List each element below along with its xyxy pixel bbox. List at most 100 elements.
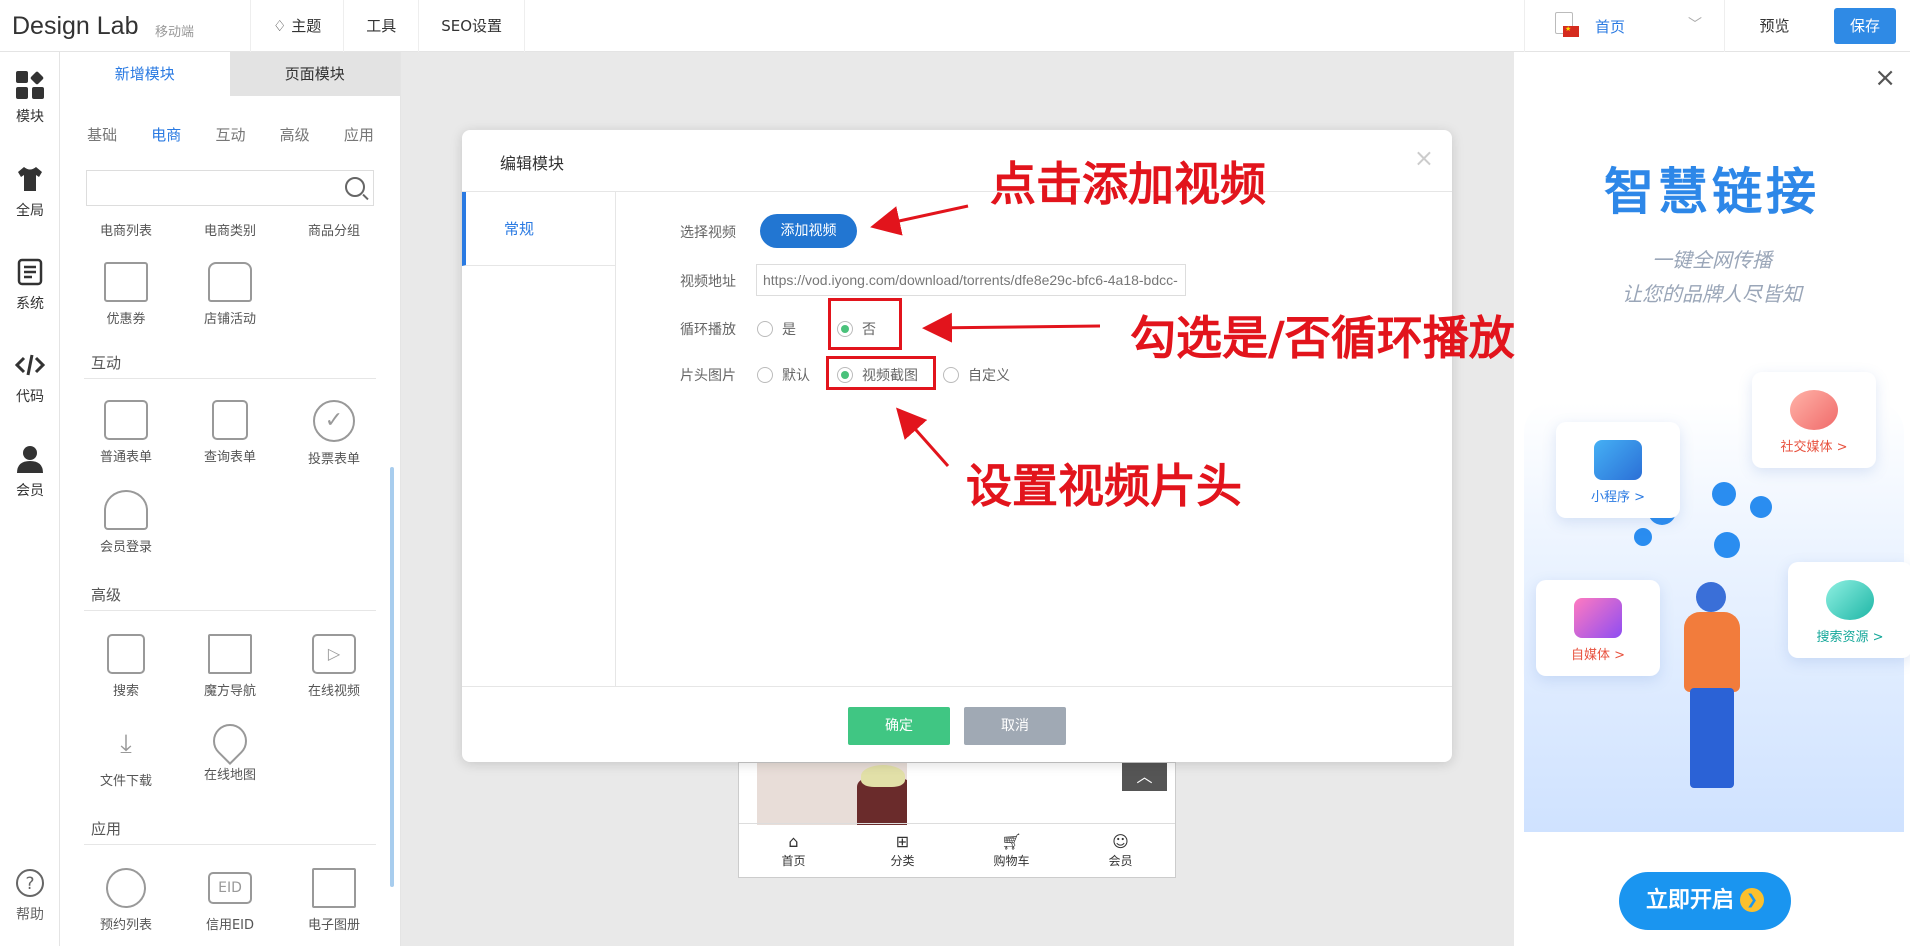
page-select[interactable]: 首页 ﹀ — [1524, 0, 1724, 52]
panel-tabs: 新增模块 页面模块 — [60, 52, 400, 96]
promo-panel: × 智慧链接 一键全网传播 让您的品牌人尽皆知 小程序 > 社交媒体 > 自媒体… — [1514, 52, 1910, 946]
network-node — [1712, 482, 1736, 506]
module-query-form[interactable]: 查询表单 — [178, 400, 282, 465]
video-url-input[interactable]: https://vod.iyong.com/download/torrents/… — [756, 264, 1186, 296]
nav-theme[interactable]: ♢ 主题 — [250, 0, 343, 52]
module-normal-form[interactable]: 普通表单 — [74, 400, 178, 465]
module-coupon[interactable]: 优惠券 — [74, 262, 178, 327]
radio-circle — [757, 367, 773, 383]
rail-item-member[interactable]: 会员 — [0, 444, 60, 500]
social-icon — [1790, 390, 1838, 430]
shirt-icon — [15, 164, 45, 194]
module-e-album[interactable]: 电子图册 — [282, 868, 386, 933]
smile-icon: ☺ — [1112, 832, 1129, 851]
radio-circle — [757, 321, 773, 337]
subtab-apps[interactable]: 应用 — [344, 124, 374, 145]
promo-subtitle-1: 一键全网传播 — [1652, 248, 1772, 272]
section-interactive: 互动 — [91, 354, 122, 372]
top-nav: ♢ 主题 工具 SEO设置 — [250, 0, 526, 52]
grid-icon — [208, 634, 252, 674]
rail-item-system[interactable]: 系统 — [0, 257, 60, 313]
rail-item-global[interactable]: 全局 — [0, 164, 60, 220]
subtab-interactive[interactable]: 互动 — [215, 124, 245, 145]
module-booking-list[interactable]: 预约列表 — [74, 868, 178, 933]
module-ecom-category[interactable]: 电商类别 — [178, 220, 282, 239]
phone-nav-member[interactable]: ☺ 会员 — [1066, 824, 1175, 877]
top-bar: Design Lab 移动端 ♢ 主题 工具 SEO设置 首页 ﹀ 预览 保存 — [0, 0, 1910, 796]
phone-nav-cart[interactable]: 🛒︎ 购物车 — [957, 824, 1066, 877]
rail-item-code[interactable]: 代码 — [0, 350, 60, 406]
person-head — [1696, 582, 1726, 612]
divider — [84, 844, 376, 845]
add-video-button[interactable]: 添加视频 — [760, 214, 857, 248]
phone-nav-category[interactable]: ⊞ 分类 — [848, 824, 957, 877]
cancel-button[interactable]: 取消 — [964, 707, 1066, 745]
check-circle-icon: ✓ — [313, 400, 355, 442]
arrow-right-icon: ❯ — [1740, 888, 1764, 912]
cover-custom-radio[interactable]: 自定义 — [943, 365, 1010, 385]
module-online-video[interactable]: ▷ 在线视频 — [282, 634, 386, 699]
user-icon — [15, 444, 45, 474]
highlight-cover-screenshot — [826, 356, 936, 390]
annotation-add-video: 点击添加视频 — [990, 157, 1266, 211]
dialog-header: 编辑模块 × — [462, 130, 1452, 192]
blocks-icon — [15, 70, 45, 100]
top-right-actions: 首页 ﹀ 预览 保存 — [1524, 0, 1910, 52]
nav-tools[interactable]: 工具 — [343, 0, 418, 52]
cube-icon — [1594, 440, 1642, 480]
module-search[interactable]: 搜索 — [74, 634, 178, 699]
chevron-down-icon: ﹀ — [1688, 17, 1702, 33]
module-vote-form[interactable]: ✓ 投票表单 — [282, 400, 386, 467]
card-self-media[interactable]: 自媒体 > — [1536, 580, 1660, 676]
module-ecom-list[interactable]: 电商列表 — [74, 220, 178, 239]
rail-item-modules[interactable]: 模块 — [0, 70, 60, 126]
china-flag-icon — [1563, 25, 1579, 37]
highlight-loop-no — [828, 298, 902, 350]
card-search-resources[interactable]: 搜索资源 > — [1788, 562, 1910, 658]
tab-general[interactable]: 常规 — [462, 192, 615, 266]
module-cube-nav[interactable]: 魔方导航 — [178, 634, 282, 699]
section-advanced: 高级 — [91, 586, 122, 604]
module-shop-activity[interactable]: 店铺活动 — [178, 262, 282, 327]
subtab-ecommerce[interactable]: 电商 — [151, 124, 181, 145]
cover-default-radio[interactable]: 默认 — [757, 365, 810, 385]
tab-page-modules[interactable]: 页面模块 — [229, 52, 400, 96]
module-file-download[interactable]: ⤓ 文件下载 — [74, 724, 178, 789]
close-icon[interactable]: × — [1874, 65, 1896, 91]
select-video-label: 选择视频 — [680, 225, 736, 241]
video-url-label: 视频地址 — [680, 274, 736, 290]
loop-yes-radio[interactable]: 是 — [757, 319, 796, 339]
camera-icon — [1574, 598, 1622, 638]
scroll-top-button[interactable]: ︿ — [1122, 763, 1167, 791]
confirm-button[interactable]: 确定 — [848, 707, 950, 745]
module-online-map[interactable]: 在线地图 — [178, 716, 282, 783]
tab-new-modules[interactable]: 新增模块 — [60, 52, 230, 96]
download-icon: ⤓ — [120, 729, 132, 759]
preview-button[interactable]: 预览 — [1724, 0, 1824, 52]
module-search-input[interactable] — [86, 170, 374, 206]
dialog-close-icon[interactable]: × — [1414, 144, 1434, 172]
module-product-group[interactable]: 商品分组 — [282, 220, 386, 239]
save-button[interactable]: 保存 — [1834, 8, 1896, 44]
nav-seo[interactable]: SEO设置 — [418, 0, 526, 52]
person-legs — [1690, 688, 1734, 788]
app-logo: Design Lab — [12, 12, 139, 40]
mobile-tag[interactable]: 移动端 — [155, 21, 902, 796]
rail-item-help[interactable]: ? 帮助 — [0, 868, 60, 924]
subtab-advanced[interactable]: 高级 — [280, 124, 310, 145]
panel-scrollbar[interactable] — [390, 467, 394, 887]
coupon-icon — [104, 262, 148, 302]
video-icon: ▷ — [312, 634, 356, 674]
left-rail: 模块 全局 系统 代码 会员 ? 帮助 — [0, 52, 60, 946]
divider — [84, 610, 376, 611]
cover-label: 片头图片 — [680, 368, 736, 384]
network-node — [1750, 496, 1772, 518]
search-form-icon — [107, 634, 145, 674]
module-member-login[interactable]: 会员登录 — [74, 490, 178, 555]
card-social-media[interactable]: 社交媒体 > — [1752, 372, 1876, 468]
subtab-basic[interactable]: 基础 — [87, 124, 117, 145]
open-now-button[interactable]: 立即开启 ❯ — [1619, 872, 1791, 930]
card-mini-program[interactable]: 小程序 > — [1556, 422, 1680, 518]
phone-nav-home[interactable]: ⌂ 首页 — [739, 824, 848, 877]
module-credit-eid[interactable]: EID 信用EID — [178, 868, 282, 933]
